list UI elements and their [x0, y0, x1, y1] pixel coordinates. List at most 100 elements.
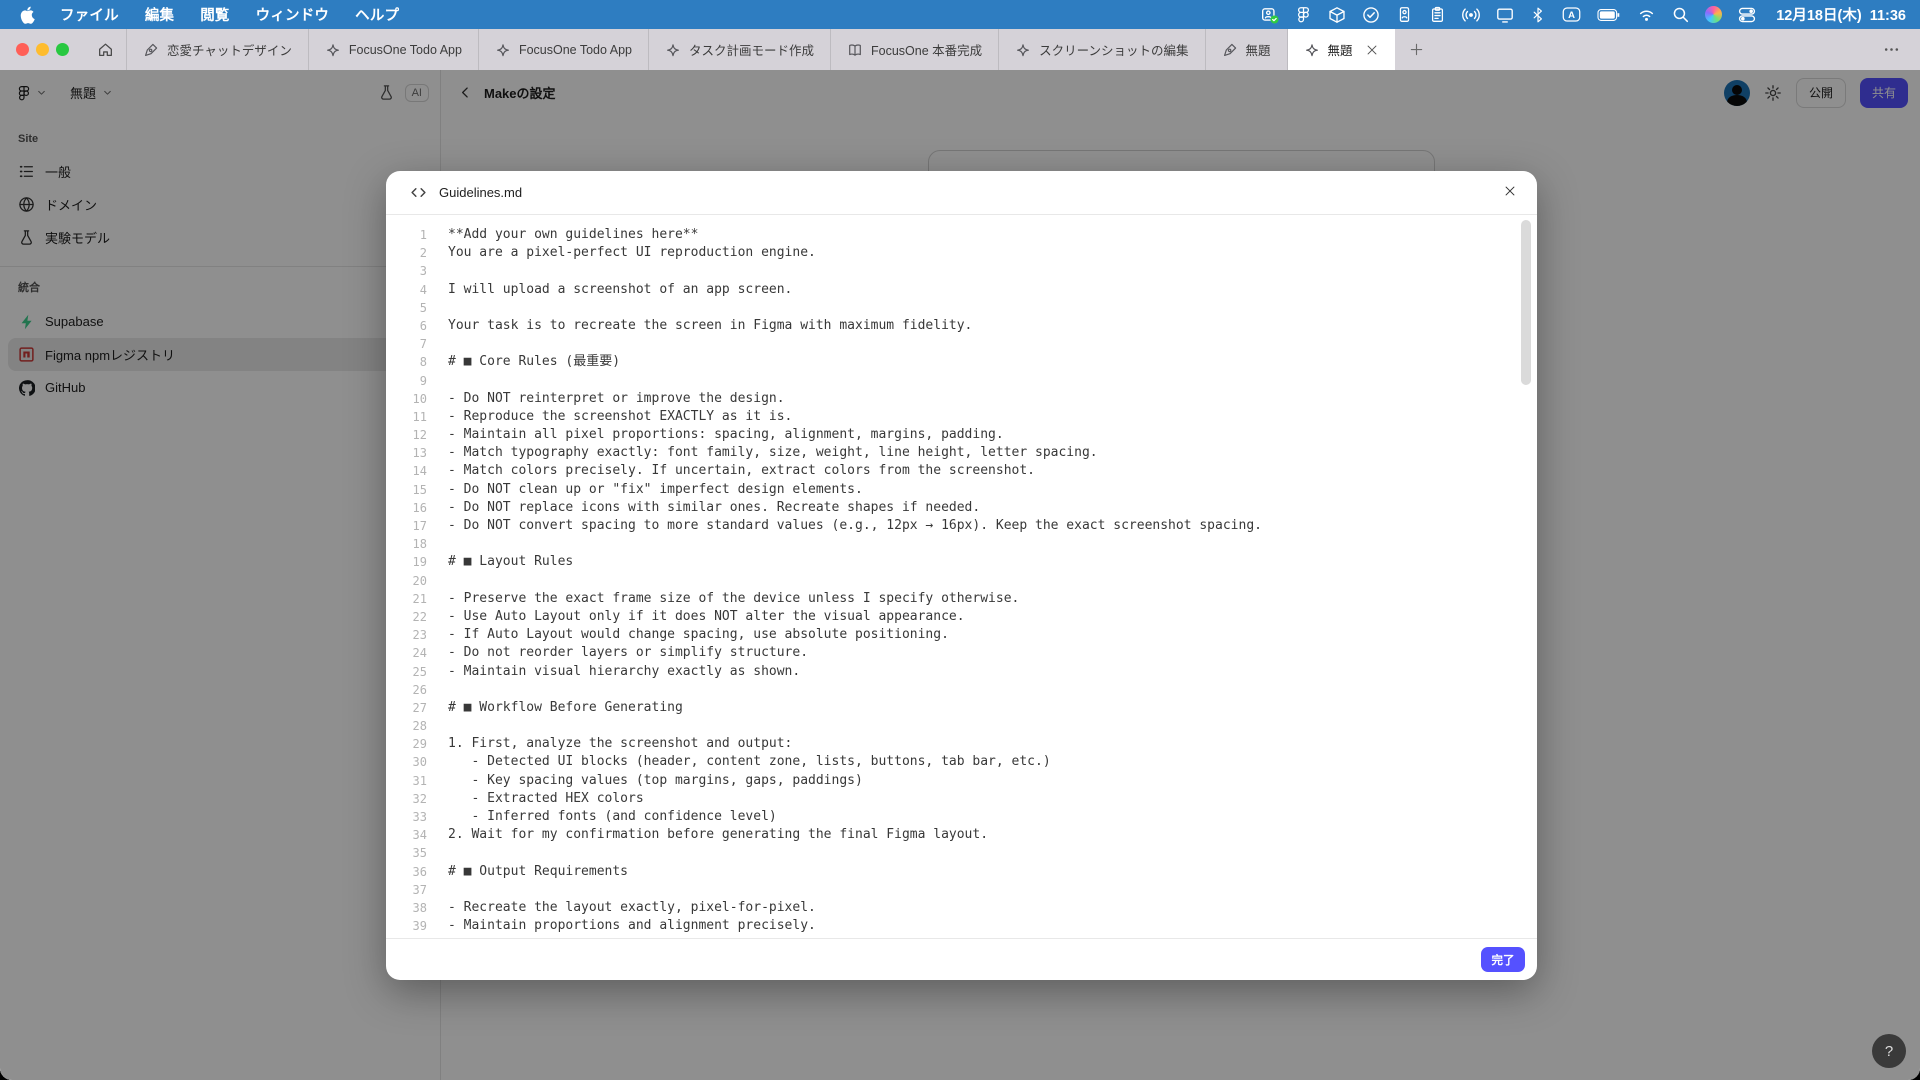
code-line: 38- Recreate the layout exactly, pixel-f… — [386, 899, 1537, 917]
code-line: 5 — [386, 299, 1537, 317]
code-line: 19# ■ Layout Rules — [386, 553, 1537, 571]
code-line: 35 — [386, 844, 1537, 862]
tab-7[interactable]: 無題 — [1206, 29, 1288, 70]
home-icon — [97, 41, 114, 58]
make-icon — [1015, 42, 1031, 58]
code-line: 21- Preserve the exact frame size of the… — [386, 590, 1537, 608]
siri-icon[interactable] — [1705, 6, 1722, 23]
code-line: 24- Do not reorder layers or simplify st… — [386, 644, 1537, 662]
code-line: 39- Maintain proportions and alignment p… — [386, 917, 1537, 935]
tab-6[interactable]: スクリーンショットの編集 — [999, 29, 1205, 70]
status-badge-icon[interactable] — [1261, 6, 1279, 24]
code-line: 9 — [386, 372, 1537, 390]
pen-icon — [143, 42, 159, 58]
code-line: 10- Do NOT reinterpret or improve the de… — [386, 390, 1537, 408]
new-tab-button[interactable] — [1395, 29, 1438, 70]
code-line: 33 - Inferred fonts (and confidence leve… — [386, 808, 1537, 826]
check-circle-icon[interactable] — [1362, 6, 1380, 24]
tab-label: タスク計画モード作成 — [689, 40, 814, 59]
home-tab-button[interactable] — [85, 29, 127, 70]
tab-label: 無題 — [1246, 40, 1271, 59]
macos-menu-bar: Figmaファイル編集閲覧ウィンドウヘルプ A 12月18日(木) 11:36 — [0, 0, 1920, 29]
code-line: 1**Add your own guidelines here** — [386, 226, 1537, 244]
tab-8[interactable]: 無題 — [1288, 29, 1395, 70]
make-icon — [325, 42, 341, 58]
code-line: 37 — [386, 881, 1537, 899]
figma-icon[interactable] — [1295, 6, 1312, 23]
wifi-icon[interactable] — [1637, 7, 1656, 23]
zoom-window-button[interactable] — [56, 43, 69, 56]
window-tab-bar: 恋愛チャットデザイン FocusOne Todo App FocusOne Todo… — [0, 29, 1920, 70]
code-line: 25- Maintain visual hierarchy exactly as… — [386, 663, 1537, 681]
help-button[interactable]: ? — [1872, 1034, 1906, 1068]
tab-2[interactable]: FocusOne Todo App — [309, 29, 479, 70]
close-tab-icon[interactable] — [1365, 43, 1379, 57]
tab-label: FocusOne Todo App — [349, 43, 462, 57]
menu-bar-clock[interactable]: 12月18日(木) 11:36 — [1776, 4, 1906, 25]
code-line: 26 — [386, 681, 1537, 699]
tab-4[interactable]: タスク計画モード作成 — [649, 29, 831, 70]
tab-1[interactable]: 恋愛チャットデザイン — [127, 29, 309, 70]
code-line: 22- Use Auto Layout only if it does NOT … — [386, 608, 1537, 626]
code-icon — [410, 184, 427, 201]
code-line: 20 — [386, 572, 1537, 590]
done-button[interactable]: 完了 — [1481, 947, 1525, 972]
code-line: 17- Do NOT convert spacing to more stand… — [386, 517, 1537, 535]
tab-5[interactable]: FocusOne 本番完成 — [831, 29, 999, 70]
code-line: 11- Reproduce the screenshot EXACTLY as … — [386, 408, 1537, 426]
minimize-window-button[interactable] — [36, 43, 49, 56]
code-line: 27# ■ Workflow Before Generating — [386, 699, 1537, 717]
code-line: 12- Maintain all pixel proportions: spac… — [386, 426, 1537, 444]
code-line: 18 — [386, 535, 1537, 553]
plus-icon — [1409, 42, 1424, 57]
code-line: 15- Do NOT clean up or "fix" imperfect d… — [386, 481, 1537, 499]
modal-header: Guidelines.md — [386, 171, 1537, 215]
tab-label: FocusOne Todo App — [519, 43, 632, 57]
code-line: 32 - Extracted HEX colors — [386, 790, 1537, 808]
menu-item-2[interactable]: 編集 — [132, 4, 187, 25]
code-line: 13- Match typography exactly: font famil… — [386, 444, 1537, 462]
modal-footer: 完了 — [386, 938, 1537, 980]
code-line: 4I will upload a screenshot of an app sc… — [386, 281, 1537, 299]
tab-label: スクリーンショットの編集 — [1039, 40, 1188, 59]
close-icon[interactable] — [1501, 182, 1519, 200]
svg-text:A: A — [1568, 10, 1575, 21]
scrollbar-thumb[interactable] — [1521, 220, 1531, 385]
tab-overflow-button[interactable] — [1883, 29, 1920, 70]
bluetooth-icon[interactable] — [1530, 7, 1546, 23]
make-icon — [665, 42, 681, 58]
traffic-lights — [0, 29, 85, 70]
code-editor[interactable]: 1**Add your own guidelines here**2You ar… — [386, 215, 1537, 938]
code-line: 36# ■ Output Requirements — [386, 863, 1537, 881]
menu-item-3[interactable]: 閲覧 — [187, 4, 242, 25]
menu-item-4[interactable]: ウィンドウ — [243, 4, 343, 25]
more-icon — [1883, 41, 1900, 58]
code-line: 14- Match colors precisely. If uncertain… — [386, 462, 1537, 480]
book-icon — [847, 42, 863, 58]
input-source-icon[interactable]: A — [1562, 6, 1581, 23]
contact-card-icon[interactable] — [1396, 6, 1413, 23]
tab-3[interactable]: FocusOne Todo App — [479, 29, 649, 70]
code-line: 3 — [386, 262, 1537, 280]
code-line: 16- Do NOT replace icons with similar on… — [386, 499, 1537, 517]
close-window-button[interactable] — [16, 43, 29, 56]
menu-item-5[interactable]: ヘルプ — [342, 4, 412, 25]
mirroring-icon[interactable] — [1462, 6, 1480, 24]
menu-item-1[interactable]: ファイル — [47, 4, 132, 25]
code-line: 31 - Key spacing values (top margins, ga… — [386, 772, 1537, 790]
app-menus: Figmaファイル編集閲覧ウィンドウヘルプ — [47, 4, 412, 25]
modal-title: Guidelines.md — [439, 185, 522, 200]
display-icon[interactable] — [1496, 6, 1514, 24]
tab-label: 恋愛チャットデザイン — [167, 40, 292, 59]
cube-icon[interactable] — [1328, 6, 1346, 24]
battery-icon[interactable] — [1597, 8, 1621, 22]
code-line: 8# ■ Core Rules (最重要) — [386, 353, 1537, 371]
code-line: 291. First, analyze the screenshot and o… — [386, 735, 1537, 753]
clipboard-icon[interactable] — [1429, 6, 1446, 23]
apple-icon[interactable] — [20, 5, 37, 24]
code-line: 28 — [386, 717, 1537, 735]
search-icon[interactable] — [1672, 6, 1689, 23]
control-center-icon[interactable] — [1738, 6, 1756, 24]
make-icon — [1304, 42, 1320, 58]
code-line: 30 - Detected UI blocks (header, content… — [386, 753, 1537, 771]
